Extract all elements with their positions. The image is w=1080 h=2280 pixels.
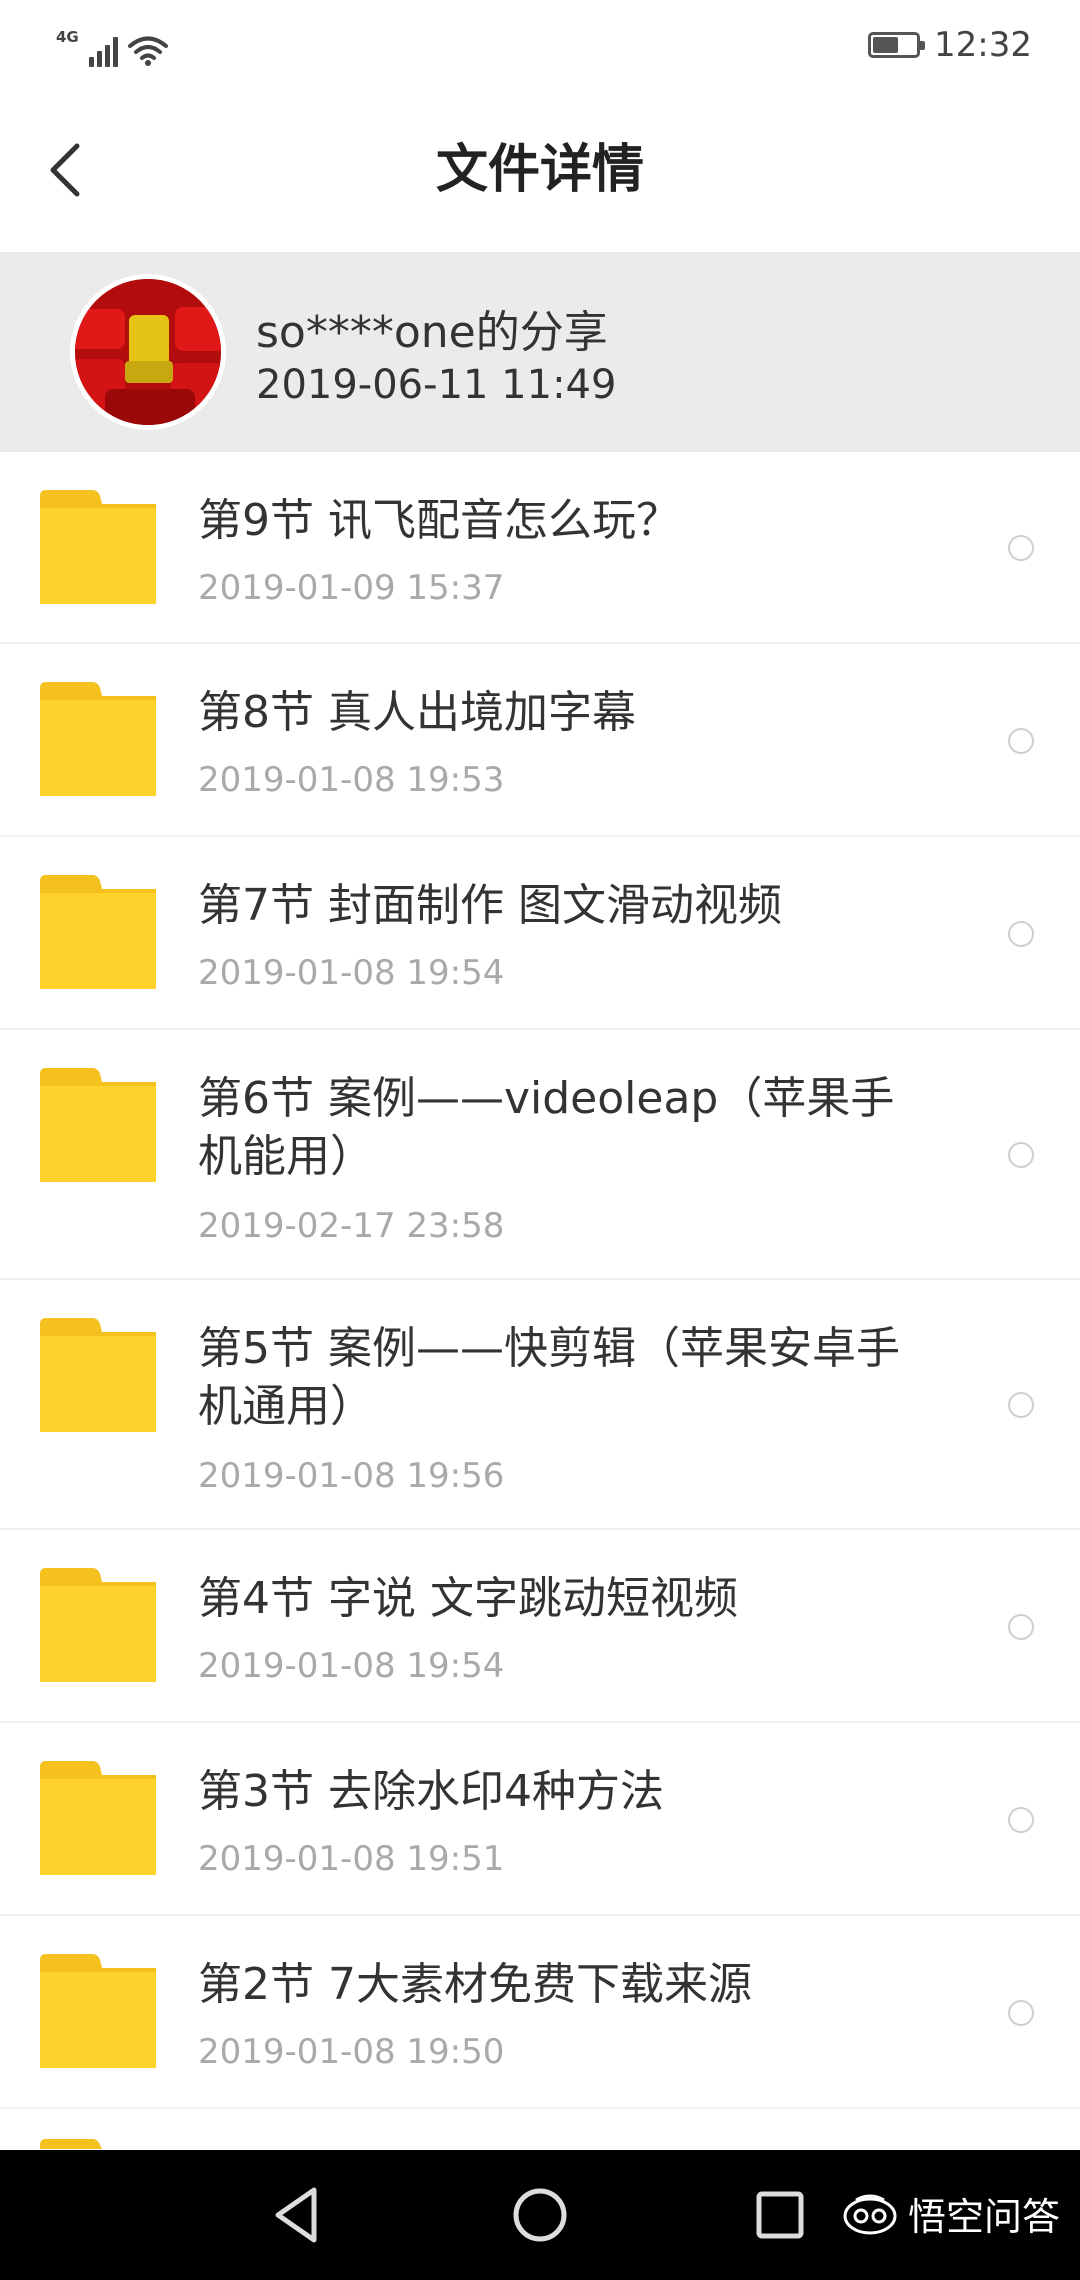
- share-datetime: 2019-06-11 11:49: [256, 362, 617, 408]
- folder-icon: [40, 1318, 156, 1432]
- file-name: 第4节 字说 文字跳动短视频: [198, 1573, 738, 1624]
- select-radio[interactable]: [1008, 1142, 1034, 1168]
- file-name: 第7节 封面制作 图文滑动视频: [198, 880, 782, 931]
- folder-icon: [40, 2139, 102, 2149]
- avatar-image: [75, 279, 221, 425]
- file-name: 第8节 真人出境加字幕: [198, 687, 636, 738]
- back-button[interactable]: [30, 130, 100, 210]
- file-date: 2019-01-08 19:51: [198, 1839, 505, 1879]
- file-row[interactable]: 第6节 案例——videoleap（苹果手机能用） 2019-02-17 23:5…: [0, 1030, 1080, 1280]
- file-row[interactable]: 第4节 字说 文字跳动短视频 2019-01-08 19:54: [0, 1530, 1080, 1723]
- file-name: 第6节 案例——videoleap（苹果手机能用）: [198, 1073, 895, 1182]
- status-right: 12:32: [868, 25, 1032, 65]
- recents-square-icon[interactable]: [745, 2180, 815, 2250]
- folder-icon: [40, 490, 156, 604]
- select-radio[interactable]: [1008, 1999, 1034, 2026]
- select-radio[interactable]: [1008, 920, 1034, 947]
- share-header: so****one的分享 2019-06-11 11:49: [0, 252, 1080, 452]
- folder-icon: [40, 682, 156, 796]
- file-row[interactable]: 第7节 封面制作 图文滑动视频 2019-01-08 19:54: [0, 837, 1080, 1030]
- file-date: 2019-01-08 19:50: [198, 2032, 505, 2072]
- file-date: 2019-01-08 19:54: [198, 953, 505, 993]
- title-bar: 文件详情: [0, 90, 1080, 250]
- select-radio[interactable]: [1008, 1613, 1034, 1640]
- chevron-left-icon: [50, 143, 80, 197]
- file-date: 2019-01-08 19:54: [198, 1646, 505, 1686]
- network-type: 4G: [56, 28, 79, 46]
- file-date: 2019-01-08 19:56: [198, 1456, 505, 1496]
- file-row[interactable]: 第5节 案例——快剪辑（苹果安卓手机通用） 2019-01-08 19:56: [0, 1280, 1080, 1530]
- file-date: 2019-01-09 15:37: [198, 568, 505, 608]
- file-row[interactable]: 第2节 7大素材免费下载来源 2019-01-08 19:50: [0, 1916, 1080, 2109]
- folder-icon: [40, 1954, 156, 2068]
- select-radio[interactable]: [1008, 727, 1034, 754]
- folder-icon: [40, 1761, 156, 1875]
- file-name: 第2节 7大素材免费下载来源: [198, 1959, 752, 2010]
- file-row[interactable]: 第8节 真人出境加字幕 2019-01-08 19:53: [0, 644, 1080, 837]
- avatar[interactable]: [70, 274, 226, 430]
- battery-icon: [868, 32, 926, 58]
- file-date: 2019-02-17 23:58: [198, 1206, 505, 1246]
- file-row[interactable]: 第9节 讯飞配音怎么玩？ 2019-01-09 15:37: [0, 452, 1080, 644]
- signal-icon: [88, 37, 118, 67]
- file-row[interactable]: 第3节 去除水印4种方法 2019-01-08 19:51: [0, 1723, 1080, 1916]
- folder-icon: [40, 875, 156, 989]
- battery-level: [873, 37, 899, 53]
- file-name: 第3节 去除水印4种方法: [198, 1766, 664, 1817]
- folder-icon: [40, 1568, 156, 1682]
- nav-bar: 悟空问答: [0, 2150, 1080, 2280]
- watermark-text: 悟空问答: [907, 2195, 1060, 2239]
- home-circle-icon[interactable]: [505, 2180, 575, 2250]
- share-owner: so****one的分享: [256, 307, 608, 358]
- file-name: 第9节 讯飞配音怎么玩？: [198, 495, 680, 546]
- watermark: 悟空问答: [842, 2186, 1060, 2241]
- clock: 12:32: [934, 25, 1032, 65]
- page-title: 文件详情: [435, 140, 644, 200]
- back-triangle-icon[interactable]: [262, 2180, 332, 2250]
- select-radio[interactable]: [1008, 1392, 1034, 1418]
- screen: 4G 12:32 文件详情 so****one的分享 2019-06-11 11…: [0, 0, 1080, 2280]
- file-row-partial[interactable]: [0, 2109, 1080, 2149]
- wukong-logo-icon: [843, 2194, 897, 2234]
- file-name: 第5节 案例——快剪辑（苹果安卓手机通用）: [198, 1323, 900, 1432]
- select-radio[interactable]: [1008, 535, 1034, 561]
- file-list: 第9节 讯飞配音怎么玩？ 2019-01-09 15:37 第8节 真人出境加字幕 2…: [0, 452, 1080, 2149]
- file-date: 2019-01-08 19:53: [198, 760, 505, 800]
- wifi-icon: [127, 36, 168, 66]
- status-bar: 4G 12:32: [0, 0, 1080, 90]
- status-left: 4G: [56, 23, 168, 67]
- select-radio[interactable]: [1008, 1806, 1034, 1833]
- folder-icon: [40, 1068, 156, 1182]
